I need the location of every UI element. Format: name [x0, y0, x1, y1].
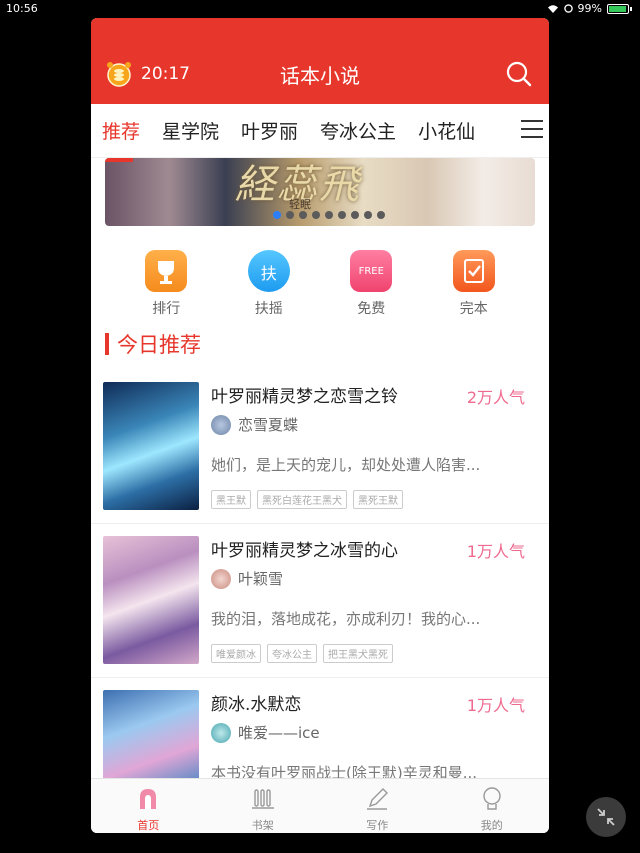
shortcut-grid: 排行 扶 扶摇 FREE 免费 完本	[91, 250, 549, 318]
section-title: 今日推荐	[117, 333, 201, 357]
book-author[interactable]: 恋雪夏蝶	[211, 414, 298, 435]
carousel-dot[interactable]	[351, 211, 359, 219]
nav-label: 书架	[251, 819, 274, 832]
alarm-icon	[563, 4, 573, 13]
bottom-nav: 首页 书架 写作 我的	[91, 778, 549, 833]
app-title: 话本小说	[280, 64, 360, 88]
shortcut-label: 扶摇	[254, 301, 283, 317]
book-tags: 黑王默 黑死白莲花王黑犬 黑死王默	[211, 490, 403, 509]
book-title[interactable]: 颜冰.水默恋	[211, 690, 301, 715]
book-author[interactable]: 唯爱——ice	[211, 722, 320, 743]
avatar	[211, 414, 231, 435]
carousel-dots	[273, 211, 385, 219]
tab-kuabing[interactable]: 夸冰公主	[309, 117, 407, 144]
book-cover[interactable]	[103, 536, 199, 664]
book-description: 她们，是上天的宠儿，却处处遭人陷害...	[211, 456, 481, 474]
author-name: 叶颖雪	[238, 570, 284, 588]
shortcut-label: 完本	[459, 301, 488, 317]
nav-label: 写作	[366, 819, 389, 832]
book-list: 叶罗丽精灵梦之恋雪之铃 2万人气 恋雪夏蝶 她们，是上天的宠儿，却处处遭人陷害.…	[91, 370, 549, 832]
nav-write[interactable]: 写作	[320, 779, 435, 833]
shortcut-ranking[interactable]: 排行	[136, 250, 196, 318]
author-name: 恋雪夏蝶	[238, 416, 299, 434]
nav-label: 首页	[137, 819, 160, 832]
nav-bookshelf[interactable]: 书架	[206, 779, 321, 833]
book-title[interactable]: 叶罗丽精灵梦之恋雪之铃	[211, 382, 398, 407]
section-header: 今日推荐	[105, 332, 201, 357]
book-tag[interactable]: 唯爱颜冰	[211, 644, 261, 663]
shortcut-free[interactable]: FREE 免费	[341, 250, 401, 318]
search-icon[interactable]	[505, 60, 533, 88]
tab-indicator	[105, 158, 133, 162]
pen-icon	[367, 788, 389, 810]
shortcut-complete[interactable]: 完本	[444, 250, 504, 318]
book-tags: 唯爱颜冰 夸冰公主 把王黑犬黑死	[211, 644, 393, 663]
tab-xiaohuaxian[interactable]: 小花仙	[407, 117, 486, 144]
book-popularity: 1万人气	[466, 696, 525, 715]
carousel-dot[interactable]	[273, 211, 281, 219]
book-item[interactable]: 叶罗丽精灵梦之冰雪的心 1万人气 叶颖雪 我的泪，落地成花，亦成利刃！我的心..…	[91, 524, 549, 678]
avatar	[211, 722, 231, 743]
book-tag[interactable]: 黑死王默	[353, 490, 403, 509]
battery-percent: 99%	[577, 2, 602, 15]
banner-subtitle: 轻眠	[289, 198, 311, 211]
tabs-menu-icon[interactable]	[521, 120, 543, 140]
shortcut-label: 排行	[152, 301, 181, 317]
wifi-icon	[547, 4, 558, 13]
status-bar: 10:56 99%	[0, 0, 640, 18]
banner-carousel[interactable]: 経蕊飛 轻眠	[105, 158, 535, 226]
battery-icon	[607, 3, 629, 14]
free-icon: FREE	[350, 250, 393, 292]
tab-recommend[interactable]: 推荐	[91, 117, 151, 144]
status-time: 10:56	[6, 2, 38, 15]
book-tag[interactable]: 黑王默	[211, 490, 251, 509]
carousel-dot[interactable]	[338, 211, 346, 219]
carousel-dot[interactable]	[299, 211, 307, 219]
book-item[interactable]: 叶罗丽精灵梦之恋雪之铃 2万人气 恋雪夏蝶 她们，是上天的宠儿，却处处遭人陷害.…	[91, 370, 549, 524]
book-tag[interactable]: 黑死白莲花王黑犬	[257, 490, 347, 509]
book-author[interactable]: 叶颖雪	[211, 568, 283, 589]
home-icon	[140, 789, 157, 809]
carousel-dot[interactable]	[377, 211, 385, 219]
nav-home[interactable]: 首页	[91, 779, 206, 833]
carousel-dot[interactable]	[364, 211, 372, 219]
book-popularity: 1万人气	[466, 542, 525, 561]
nav-profile[interactable]: 我的	[435, 779, 550, 833]
carousel-dot[interactable]	[325, 211, 333, 219]
trophy-icon	[145, 250, 188, 292]
tab-yeluoli[interactable]: 叶罗丽	[230, 117, 309, 144]
shortcut-label: 免费	[357, 301, 386, 317]
carousel-dot[interactable]	[312, 211, 320, 219]
minimize-button[interactable]	[586, 797, 626, 837]
book-title[interactable]: 叶罗丽精灵梦之冰雪的心	[211, 536, 398, 561]
shrink-icon	[597, 808, 615, 826]
tab-xingxueyuan[interactable]: 星学院	[151, 117, 230, 144]
carousel-dot[interactable]	[286, 211, 294, 219]
book-tag[interactable]: 把王黑犬黑死	[323, 644, 393, 663]
bookshelf-icon	[251, 789, 274, 809]
category-tabs: 推荐 星学院 叶罗丽 夸冰公主 小花仙	[91, 104, 549, 158]
app-window: 20:17 话本小说 推荐 星学院 叶罗丽 夸冰公主 小花仙 経蕊飛 轻眠 排行…	[91, 18, 549, 833]
book-tag[interactable]: 夸冰公主	[267, 644, 317, 663]
book-popularity: 2万人气	[466, 388, 525, 407]
fuyao-icon: 扶	[247, 250, 290, 292]
shortcut-fuyao[interactable]: 扶 扶摇	[239, 250, 299, 318]
top-bar: 20:17 话本小说	[91, 18, 549, 104]
profile-icon	[483, 787, 501, 810]
avatar	[211, 568, 231, 589]
author-name: 唯爱——ice	[238, 724, 320, 742]
nav-label: 我的	[480, 819, 503, 832]
complete-icon	[452, 250, 495, 292]
book-description: 我的泪，落地成花，亦成利刃！我的心...	[211, 610, 481, 628]
book-cover[interactable]	[103, 382, 199, 510]
